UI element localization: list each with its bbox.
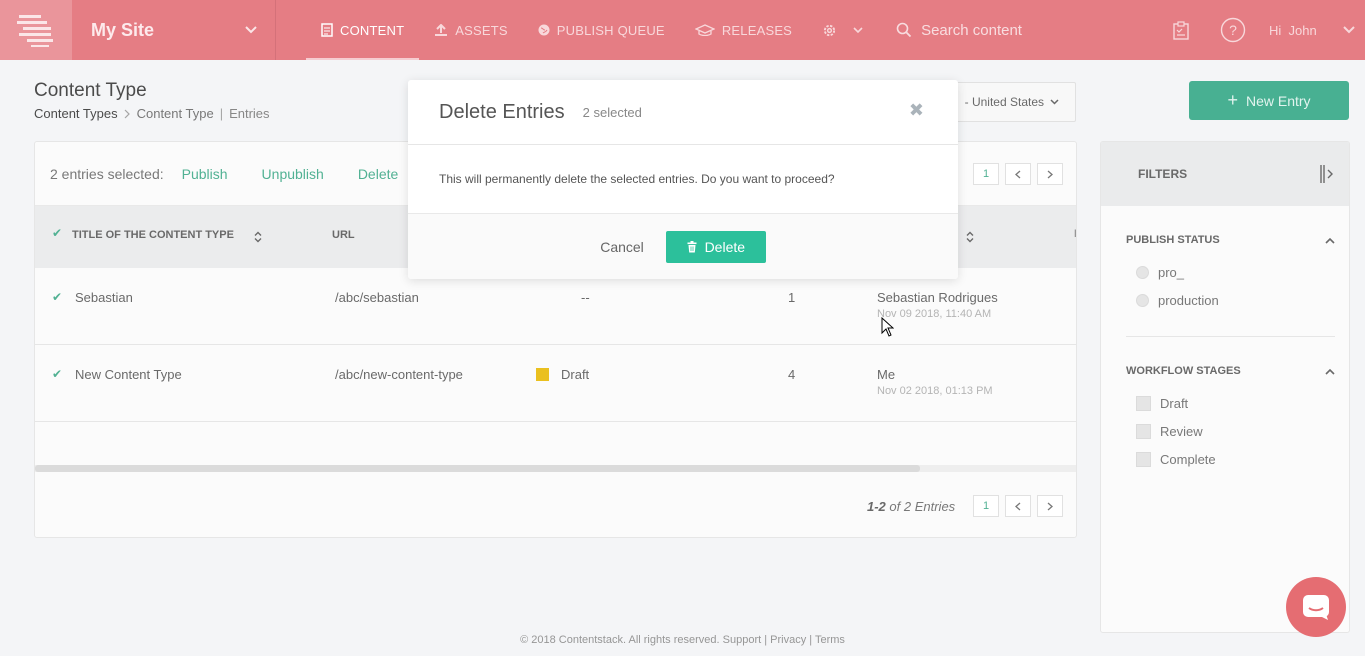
selected-count-label: 2 selected bbox=[582, 104, 642, 120]
dialog-title: Delete Entries bbox=[439, 100, 565, 123]
close-icon[interactable]: ✖ bbox=[909, 100, 924, 121]
cancel-button[interactable]: Cancel bbox=[600, 239, 644, 255]
delete-button[interactable]: Delete bbox=[665, 230, 766, 263]
dialog-footer: Cancel Delete bbox=[408, 214, 958, 279]
trash-icon bbox=[687, 240, 697, 252]
dialog-message: This will permanently delete the selecte… bbox=[408, 145, 958, 214]
delete-entries-dialog: Delete Entries 2 selected ✖ This will pe… bbox=[408, 80, 958, 279]
mouse-cursor-icon bbox=[881, 317, 894, 337]
delete-button-label: Delete bbox=[704, 238, 746, 255]
dialog-header: Delete Entries 2 selected ✖ bbox=[408, 80, 958, 145]
